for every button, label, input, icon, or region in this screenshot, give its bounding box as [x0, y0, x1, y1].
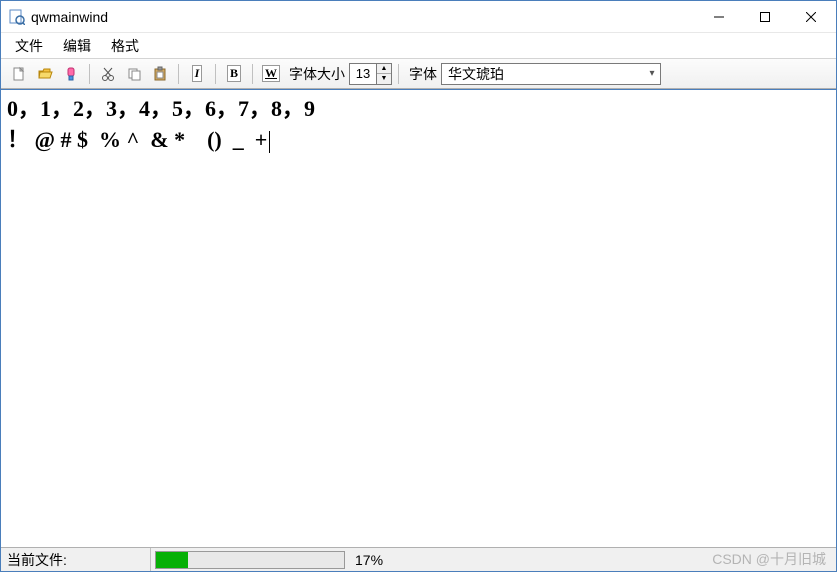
- font-size-label: 字体大小: [289, 64, 345, 84]
- app-icon: [9, 9, 25, 25]
- open-file-icon[interactable]: [33, 62, 57, 86]
- window-title: qwmainwind: [31, 9, 696, 25]
- font-label: 字体: [409, 64, 437, 84]
- progress-fill: [156, 552, 188, 568]
- progress-bar: [155, 551, 345, 569]
- font-combo-value: 华文琥珀: [442, 64, 644, 84]
- italic-button[interactable]: I: [185, 62, 209, 86]
- close-button[interactable]: [788, 2, 834, 32]
- main-window: qwmainwind 文件 编辑 格式 I B W 字体大小 ▲ ▼: [0, 0, 837, 572]
- copy-icon[interactable]: [122, 62, 146, 86]
- maximize-button[interactable]: [742, 2, 788, 32]
- editor-content: 0，1，2，3，4，5，6，7，8，9 ！ @ # $ % ^ & * () _…: [7, 94, 830, 156]
- titlebar: qwmainwind: [1, 1, 836, 33]
- text-cursor: [269, 131, 270, 153]
- clear-icon[interactable]: [59, 62, 83, 86]
- current-file-label: 当前文件:: [1, 548, 151, 571]
- chevron-down-icon: ▾: [644, 68, 660, 79]
- menu-edit[interactable]: 编辑: [53, 33, 101, 59]
- toolbar-separator: [215, 64, 216, 84]
- toolbar-separator: [252, 64, 253, 84]
- cut-icon[interactable]: [96, 62, 120, 86]
- window-controls: [696, 2, 834, 32]
- menubar: 文件 编辑 格式: [1, 33, 836, 59]
- spin-up-icon[interactable]: ▲: [377, 64, 391, 74]
- bold-button[interactable]: B: [222, 62, 246, 86]
- font-size-spinner[interactable]: ▲ ▼: [349, 63, 392, 85]
- toolbar-separator: [178, 64, 179, 84]
- toolbar-separator: [398, 64, 399, 84]
- progress-text: 17%: [355, 552, 383, 568]
- watermark: CSDN @十月旧城: [712, 549, 826, 569]
- text-editor[interactable]: 0，1，2，3，4，5，6，7，8，9 ！ @ # $ % ^ & * () _…: [1, 89, 836, 547]
- font-combobox[interactable]: 华文琥珀 ▾: [441, 63, 661, 85]
- menu-format[interactable]: 格式: [101, 33, 149, 59]
- paste-icon[interactable]: [148, 62, 172, 86]
- font-size-input[interactable]: [350, 66, 376, 81]
- underline-button[interactable]: W: [259, 62, 283, 86]
- new-file-icon[interactable]: [7, 62, 31, 86]
- minimize-button[interactable]: [696, 2, 742, 32]
- spin-down-icon[interactable]: ▼: [377, 74, 391, 84]
- menu-file[interactable]: 文件: [5, 33, 53, 59]
- statusbar: 当前文件: 17% CSDN @十月旧城: [1, 547, 836, 571]
- toolbar-separator: [89, 64, 90, 84]
- toolbar: I B W 字体大小 ▲ ▼ 字体 华文琥珀 ▾: [1, 59, 836, 89]
